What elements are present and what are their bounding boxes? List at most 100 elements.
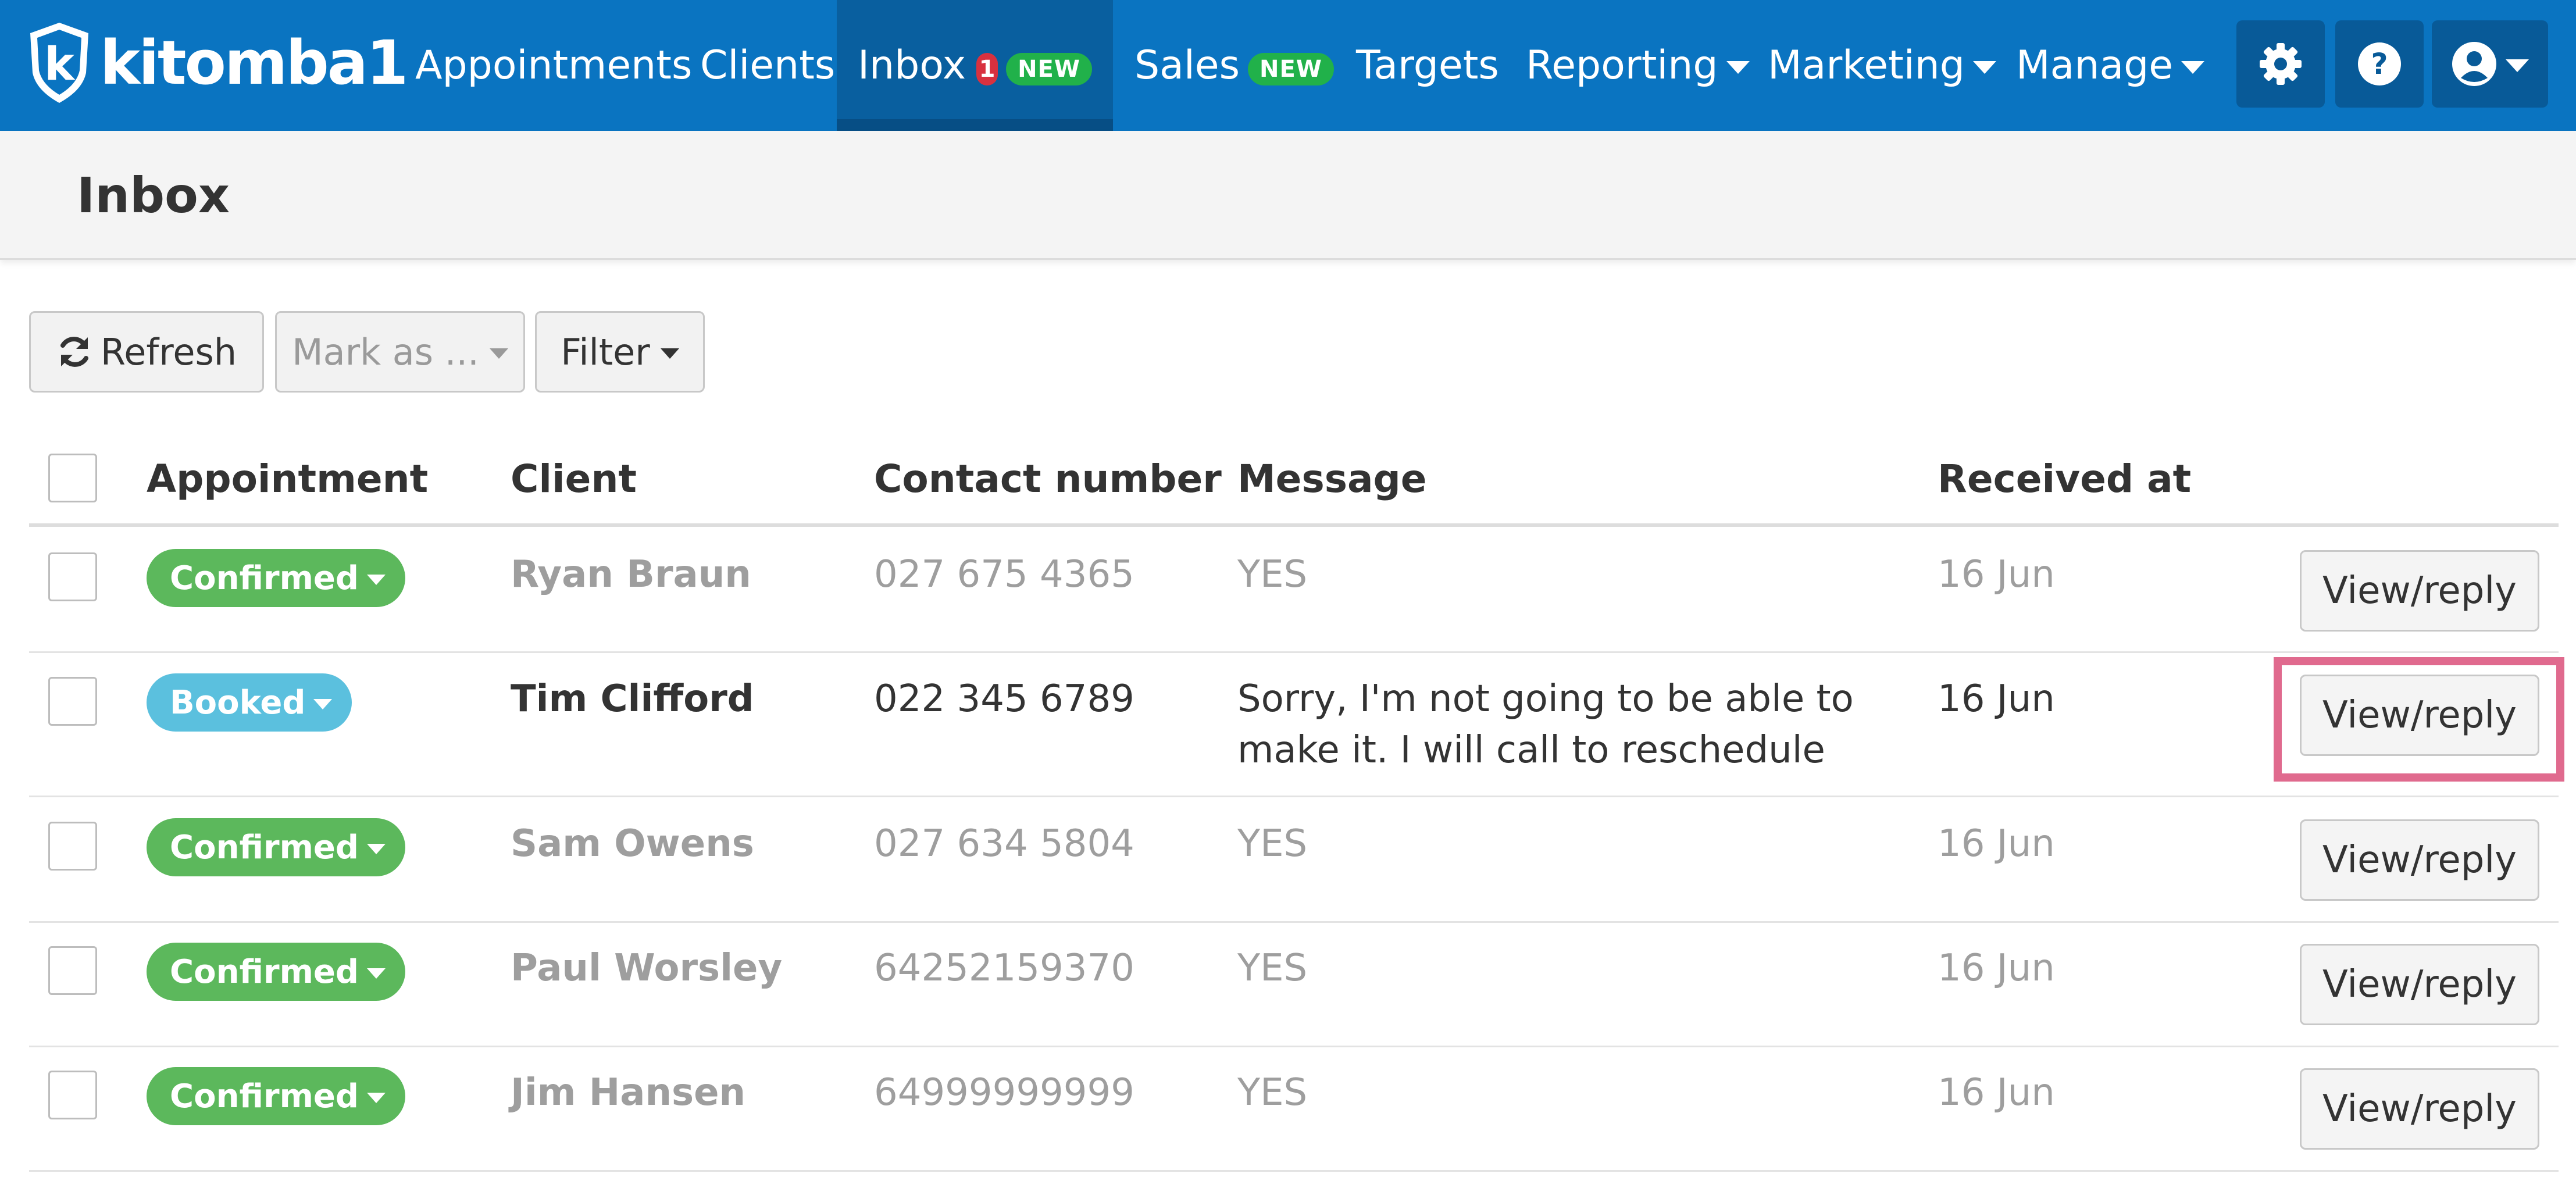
received-date: 16 Jun — [1938, 947, 2055, 990]
row-checkbox[interactable] — [48, 946, 97, 995]
nav-sales[interactable]: Sales NEW — [1134, 0, 1334, 131]
highlight-box — [2274, 657, 2564, 782]
help-icon: ? — [2358, 42, 2401, 85]
nav-clients-label: Clients — [700, 42, 836, 88]
status-badge-dropdown[interactable]: Confirmed — [147, 1067, 405, 1125]
filter-button[interactable]: Filter — [535, 311, 705, 393]
column-header-contact[interactable]: Contact number — [874, 456, 1222, 501]
nav-sales-label: Sales — [1134, 42, 1240, 88]
brand-logo[interactable]: k kitomba1 — [24, 16, 408, 109]
row-divider — [29, 1046, 2559, 1047]
chevron-down-icon — [2181, 60, 2205, 74]
nav-marketing-label: Marketing — [1768, 42, 1965, 88]
message-text: YES — [1237, 553, 1308, 596]
received-date: 16 Jun — [1938, 553, 2055, 596]
row-divider — [29, 921, 2559, 923]
column-header-message[interactable]: Message — [1237, 456, 1427, 501]
logo-letter: k — [44, 38, 76, 91]
received-date: 16 Jun — [1938, 1071, 2055, 1114]
help-button[interactable]: ? — [2335, 20, 2424, 108]
view-reply-label: View/reply — [2322, 569, 2517, 612]
nav-manage-label: Manage — [2016, 42, 2174, 88]
contact-number: 64252159370 — [874, 947, 1134, 990]
chevron-down-icon — [366, 844, 386, 854]
chevron-down-icon — [489, 348, 508, 359]
nav-inbox-label: Inbox — [858, 42, 966, 88]
nav-marketing[interactable]: Marketing — [1768, 0, 1996, 131]
nav-manage[interactable]: Manage — [2016, 0, 2205, 131]
row-checkbox[interactable] — [48, 552, 97, 601]
nav-reporting-label: Reporting — [1526, 42, 1718, 88]
received-date: 16 Jun — [1938, 822, 2055, 865]
contact-number: 64999999999 — [874, 1071, 1134, 1114]
column-header-appointment[interactable]: Appointment — [147, 456, 428, 501]
column-header-client[interactable]: Client — [511, 456, 637, 501]
row-divider — [29, 796, 2559, 797]
contact-number: 027 675 4365 — [874, 553, 1134, 596]
select-all-checkbox[interactable] — [48, 454, 97, 502]
status-badge-dropdown[interactable]: Confirmed — [147, 549, 405, 607]
view-reply-button[interactable]: View/reply — [2300, 550, 2539, 632]
client-name[interactable]: Sam Owens — [511, 818, 754, 869]
brand-name: kitomba1 — [100, 27, 408, 98]
settings-button[interactable] — [2236, 20, 2325, 108]
chevron-down-icon — [313, 699, 333, 709]
nav-targets[interactable]: Targets — [1356, 0, 1499, 131]
view-reply-button[interactable]: View/reply — [2300, 1068, 2539, 1150]
gear-icon — [2260, 43, 2302, 85]
nav-clients[interactable]: Clients — [700, 0, 835, 131]
message-text: YES — [1237, 1071, 1308, 1114]
user-menu-button[interactable] — [2432, 20, 2548, 108]
chevron-down-icon — [1726, 60, 1750, 74]
nav-targets-label: Targets — [1356, 42, 1499, 88]
view-reply-button[interactable]: View/reply — [2300, 944, 2539, 1025]
view-reply-label: View/reply — [2322, 963, 2517, 1006]
row-checkbox[interactable] — [48, 1071, 97, 1119]
refresh-icon — [60, 337, 88, 367]
inbox-count-badge: 1 — [976, 52, 998, 85]
refresh-label: Refresh — [100, 330, 237, 373]
message-text: YES — [1237, 822, 1308, 865]
view-reply-label: View/reply — [2322, 839, 2517, 882]
row-divider — [29, 651, 2559, 653]
view-reply-button[interactable]: View/reply — [2300, 819, 2539, 901]
status-label: Confirmed — [170, 1077, 359, 1115]
status-badge-dropdown[interactable]: Confirmed — [147, 943, 405, 1001]
sales-new-badge: NEW — [1248, 52, 1334, 85]
nav-appointments[interactable]: Appointments — [415, 0, 692, 131]
mark-as-label: Mark as ... — [292, 330, 479, 373]
nav-reporting[interactable]: Reporting — [1526, 0, 1750, 131]
row-checkbox[interactable] — [48, 822, 97, 871]
client-name[interactable]: Ryan Braun — [511, 549, 751, 600]
top-navigation-bar: k kitomba1 Appointments Clients Inbox 1 … — [0, 0, 2576, 131]
chevron-down-icon — [1972, 60, 1996, 74]
message-text: YES — [1237, 947, 1308, 990]
filter-label: Filter — [561, 330, 650, 373]
contact-number: 022 345 6789 — [874, 677, 1134, 721]
inbox-new-badge: NEW — [1006, 52, 1092, 85]
row-divider — [29, 1170, 2559, 1172]
nav-inbox[interactable]: Inbox 1 NEW — [837, 0, 1113, 131]
chevron-down-icon — [366, 575, 386, 585]
kitomba-shield-icon: k — [30, 23, 88, 103]
client-name[interactable]: Jim Hansen — [511, 1067, 745, 1118]
nav-appointments-label: Appointments — [415, 42, 693, 88]
chevron-down-icon — [2506, 59, 2529, 72]
status-label: Confirmed — [170, 828, 359, 866]
chevron-down-icon — [660, 348, 679, 359]
contact-number: 027 634 5804 — [874, 822, 1134, 865]
status-badge-dropdown[interactable]: Confirmed — [147, 818, 405, 876]
client-name[interactable]: Tim Clifford — [511, 673, 754, 725]
status-label: Booked — [170, 683, 306, 722]
view-reply-label: View/reply — [2322, 1087, 2517, 1130]
column-header-received[interactable]: Received at — [1938, 456, 2191, 501]
row-checkbox[interactable] — [48, 677, 97, 726]
refresh-button[interactable]: Refresh — [29, 311, 264, 393]
header-divider — [29, 523, 2559, 527]
chevron-down-icon — [366, 968, 386, 979]
status-badge-dropdown[interactable]: Booked — [147, 673, 352, 732]
client-name[interactable]: Paul Worsley — [511, 943, 782, 994]
message-text: Sorry, I'm not going to be able to make … — [1237, 677, 1854, 772]
mark-as-button[interactable]: Mark as ... — [275, 311, 525, 393]
received-date: 16 Jun — [1938, 677, 2055, 721]
